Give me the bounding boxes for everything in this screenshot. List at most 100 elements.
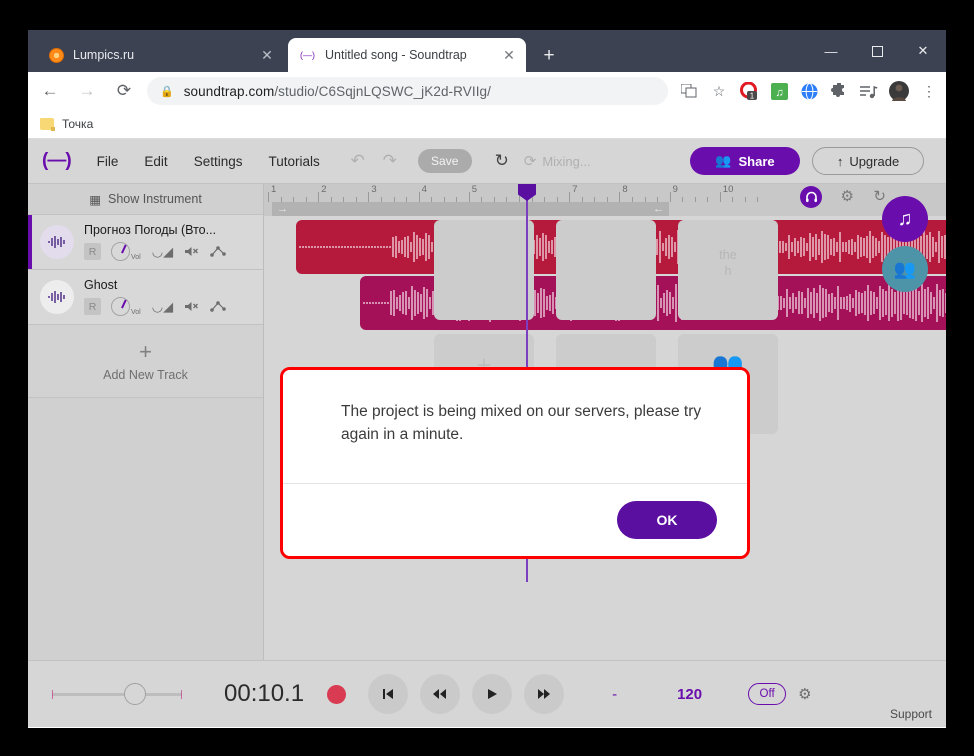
play-button[interactable] <box>472 674 513 714</box>
record-button[interactable] <box>316 674 356 714</box>
backdrop-card-hint[interactable]: the h <box>678 220 778 320</box>
browser-tab-lumpics[interactable]: Lumpics.ru ✕ <box>36 38 284 72</box>
backdrop-cards-top: the h <box>434 220 778 320</box>
fab-people-icon[interactable]: 👥 <box>882 246 928 292</box>
waveform-bar <box>818 238 820 256</box>
volume-knob[interactable] <box>111 242 130 261</box>
solo-headphone-icon[interactable]: ◡◢ <box>152 299 173 315</box>
tab-close-icon[interactable]: ✕ <box>498 44 520 66</box>
waveform-bar <box>813 287 815 319</box>
gear-icon[interactable]: ⚙ <box>841 187 854 205</box>
master-volume-slider[interactable] <box>52 683 182 705</box>
effects-icon[interactable] <box>210 245 226 258</box>
track-record-button[interactable]: R <box>84 243 101 260</box>
waveform-bar <box>932 237 934 257</box>
people-icon: 👥 <box>715 153 732 168</box>
time-signature-display[interactable]: - <box>612 686 617 703</box>
minimize-button[interactable]: — <box>808 30 854 72</box>
share-button[interactable]: 👥 Share <box>690 147 800 175</box>
waveform-bar <box>863 238 865 256</box>
volume-knob[interactable] <box>111 297 130 316</box>
mute-icon[interactable] <box>184 300 199 313</box>
waveform-bar <box>794 237 796 257</box>
translate-icon[interactable] <box>676 78 702 104</box>
backdrop-card-placeholder[interactable] <box>556 220 656 320</box>
opera-badge-icon[interactable]: 1 <box>736 78 762 104</box>
browser-menu-button[interactable]: ⋮ <box>916 78 942 104</box>
waveform-bar <box>857 235 859 259</box>
fab-music-icon[interactable]: ♫ <box>882 196 928 242</box>
track-row-2[interactable]: Ghost R Vol ◡◢ <box>28 270 263 325</box>
waveform-bar <box>792 292 794 314</box>
backdrop-card-placeholder[interactable] <box>434 220 534 320</box>
waveform-bar <box>798 291 800 315</box>
ok-button[interactable]: OK <box>617 501 717 539</box>
waveform-bar <box>314 246 316 248</box>
bookmark-star-icon[interactable]: ☆ <box>706 78 732 104</box>
menu-file[interactable]: File <box>97 154 119 169</box>
bookmark-item[interactable]: Точка <box>40 117 93 131</box>
globe-extension-icon[interactable] <box>796 78 822 104</box>
timecode-display[interactable]: 00:10.1 <box>224 680 304 708</box>
music-extension-icon[interactable]: ♫ <box>766 78 792 104</box>
skip-to-start-button[interactable] <box>368 674 409 714</box>
browser-tab-soundtrap[interactable]: (—) Untitled song - Soundtrap ✕ <box>288 38 526 72</box>
reload-button[interactable]: ⟳ <box>109 76 139 106</box>
soundtrap-logo-icon[interactable]: (—) <box>42 150 72 172</box>
rewind-button[interactable] <box>420 674 461 714</box>
waveform-bar <box>395 235 397 259</box>
new-tab-button[interactable]: + <box>536 43 562 69</box>
metronome-toggle[interactable]: Off <box>748 683 787 705</box>
metronome-gear-icon[interactable]: ⚙ <box>798 685 811 703</box>
loop-region[interactable]: → ← <box>272 202 669 216</box>
waveform-bar <box>888 285 890 321</box>
tab-close-icon[interactable]: ✕ <box>256 44 278 66</box>
waveform-bar <box>392 236 394 258</box>
mute-icon[interactable] <box>184 245 199 258</box>
solo-headphone-icon[interactable]: ◡◢ <box>152 244 173 260</box>
headphone-icon[interactable] <box>800 186 822 208</box>
waveform-bar <box>413 231 415 263</box>
back-button[interactable]: ← <box>35 76 65 106</box>
app-toolbar: (—) File Edit Settings Tutorials ↶ ↷ Sav… <box>28 139 946 184</box>
waveform-bar <box>780 295 782 311</box>
effects-icon[interactable] <box>210 300 226 313</box>
waveform-bar <box>299 246 301 248</box>
track-row-1[interactable]: Прогноз Погоды (Вто... R Vol ◡◢ <box>28 215 263 270</box>
browser-window: Lumpics.ru ✕ (—) Untitled song - Soundtr… <box>28 30 946 728</box>
bpm-display[interactable]: 120 <box>677 686 702 703</box>
waveform-bar <box>885 291 887 315</box>
puzzle-extension-icon[interactable] <box>826 78 852 104</box>
save-button[interactable]: Save <box>417 149 472 173</box>
history-icon[interactable]: ↻ <box>490 149 514 173</box>
upgrade-button[interactable]: ↑ Upgrade <box>812 147 924 175</box>
waveform-bar <box>855 289 857 317</box>
screenshot-root: Lumpics.ru ✕ (—) Untitled song - Soundtr… <box>0 0 974 756</box>
reload-icon[interactable]: ↻ <box>873 187 886 205</box>
show-instrument-button[interactable]: ▦ Show Instrument <box>28 184 263 215</box>
loop-start-arrow-icon[interactable]: → <box>277 203 288 215</box>
redo-icon[interactable]: ↷ <box>378 149 402 173</box>
waveform-bar <box>414 289 416 317</box>
loop-end-arrow-icon[interactable]: ← <box>653 203 664 215</box>
menu-tutorials[interactable]: Tutorials <box>268 154 319 169</box>
forward-button[interactable]: → <box>72 76 102 106</box>
playlist-extension-icon[interactable] <box>856 78 882 104</box>
avatar[interactable] <box>886 78 912 104</box>
maximize-button[interactable] <box>854 30 900 72</box>
track-header-column: ▦ Show Instrument Прогноз Погоды (Вто...… <box>28 184 264 727</box>
undo-icon[interactable]: ↶ <box>346 149 370 173</box>
ruler-number: 4 <box>421 184 427 195</box>
slider-thumb[interactable] <box>124 683 146 705</box>
address-bar[interactable]: 🔒 soundtrap.com/studio/C6SqjnLQSWC_jK2d-… <box>147 77 668 105</box>
waveform-bar <box>335 246 337 248</box>
menu-settings[interactable]: Settings <box>194 154 243 169</box>
add-new-track-button[interactable]: + Add New Track <box>28 325 263 398</box>
close-button[interactable]: ✕ <box>900 30 946 72</box>
menu-edit[interactable]: Edit <box>144 154 167 169</box>
fast-forward-button[interactable] <box>524 674 565 714</box>
track-record-button[interactable]: R <box>84 298 101 315</box>
waveform-bar <box>866 236 868 258</box>
support-link[interactable]: Support <box>890 707 932 721</box>
transport-bar: 00:10.1 - 120 Off ⚙ Support <box>28 660 946 727</box>
